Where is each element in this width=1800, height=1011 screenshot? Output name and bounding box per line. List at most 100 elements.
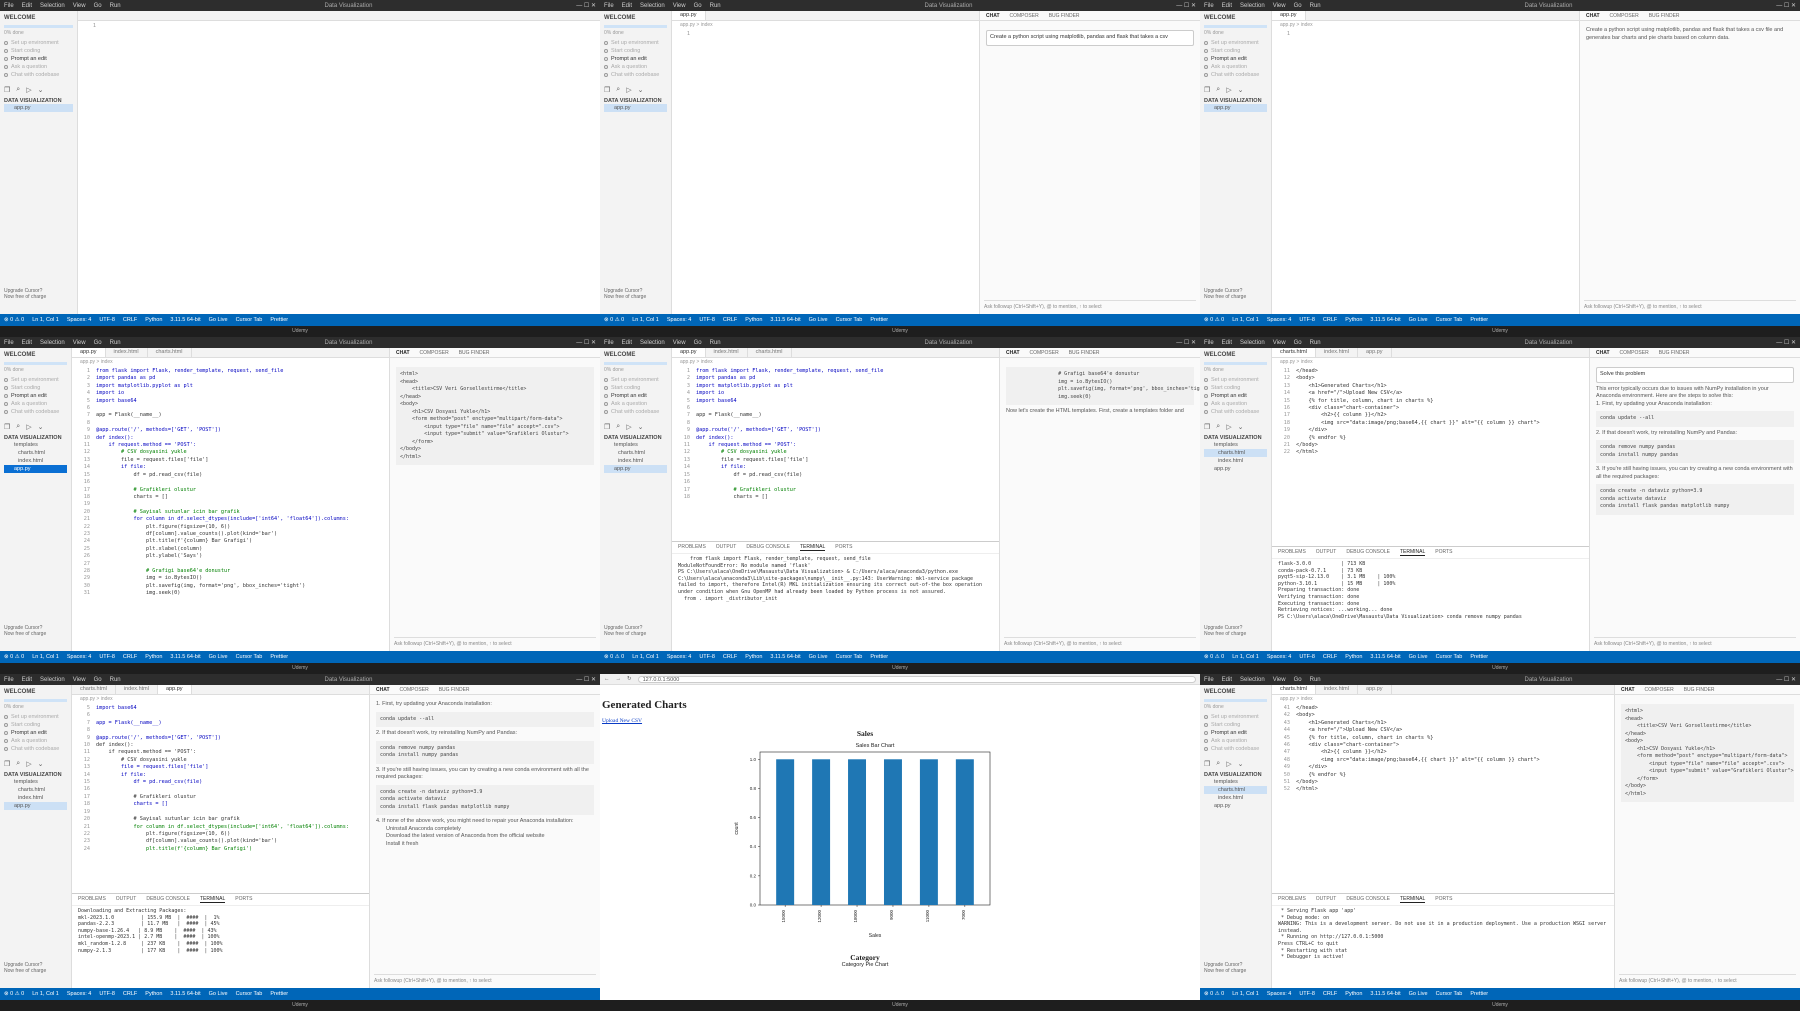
- menu-item[interactable]: Selection: [640, 340, 665, 346]
- file-item[interactable]: app.py: [4, 802, 67, 810]
- status-item[interactable]: UTF-8: [699, 317, 715, 323]
- code-editor[interactable]: app.py app.py > index 1: [672, 11, 980, 314]
- status-item[interactable]: ⊗ 0 ⚠ 0: [4, 991, 24, 997]
- code-area[interactable]: 1: [1272, 29, 1579, 38]
- file-item[interactable]: index.html: [604, 457, 667, 465]
- explorer-section[interactable]: DATA VISUALIZATION: [1204, 772, 1267, 778]
- terminal-tab[interactable]: TERMINAL: [799, 544, 826, 551]
- chat-code-block[interactable]: conda create -n dataviz python=3.9 conda …: [1596, 484, 1794, 515]
- menu-item[interactable]: Selection: [1240, 3, 1265, 9]
- breadcrumb[interactable]: app.py > index: [72, 358, 389, 366]
- upgrade-banner[interactable]: Upgrade Cursor? Now free of charge: [604, 288, 646, 300]
- status-item[interactable]: UTF-8: [1299, 654, 1315, 660]
- status-item[interactable]: ⊗ 0 ⚠ 0: [1204, 317, 1224, 323]
- chat-followup-input[interactable]: Ask followup (Ctrl+Shift+Y), @ to mentio…: [1619, 974, 1796, 984]
- search-icon[interactable]: ⌕: [16, 760, 20, 768]
- status-item[interactable]: Python: [145, 654, 162, 660]
- chat-code-block[interactable]: conda update --all: [376, 711, 594, 727]
- status-item[interactable]: Prettier: [1470, 317, 1488, 323]
- menu-item[interactable]: File: [1204, 3, 1214, 9]
- status-item[interactable]: Go Live: [209, 654, 228, 660]
- status-item[interactable]: Python: [145, 991, 162, 997]
- status-item[interactable]: Go Live: [1409, 317, 1428, 323]
- status-item[interactable]: Spaces: 4: [1267, 654, 1291, 660]
- task-item[interactable]: Ask a question: [4, 64, 73, 70]
- status-item[interactable]: Go Live: [1409, 991, 1428, 997]
- status-item[interactable]: 3.11.5 64-bit: [170, 654, 200, 660]
- status-item[interactable]: Prettier: [1470, 654, 1488, 660]
- files-icon[interactable]: ❐: [1204, 86, 1210, 94]
- files-icon[interactable]: ❐: [1204, 423, 1210, 431]
- upgrade-banner[interactable]: Upgrade Cursor? Now free of charge: [4, 962, 46, 974]
- search-icon[interactable]: ⌕: [1216, 760, 1220, 768]
- files-icon[interactable]: ❐: [1204, 760, 1210, 768]
- status-item[interactable]: UTF-8: [1299, 991, 1315, 997]
- terminal-output[interactable]: Downloading and Extracting Packages: mkl-…: [72, 906, 369, 956]
- chat-tab[interactable]: BUG FINDER: [439, 687, 470, 693]
- terminal-tab[interactable]: PORTS: [1435, 896, 1452, 903]
- terminal-tab[interactable]: OUTPUT: [116, 896, 137, 903]
- upload-link[interactable]: Upload New CSV: [602, 718, 642, 724]
- terminal-tab[interactable]: DEBUG CONSOLE: [1346, 549, 1390, 556]
- editor-tab[interactable]: charts.html: [72, 685, 116, 694]
- menu-item[interactable]: View: [673, 340, 686, 346]
- task-item[interactable]: Ask a question: [604, 401, 667, 407]
- terminal-output[interactable]: from flask import Flask, render_template…: [672, 554, 999, 604]
- terminal-tab[interactable]: TERMINAL: [1399, 549, 1426, 556]
- chevron-down-icon[interactable]: ⌄: [1238, 86, 1244, 94]
- chat-code-block[interactable]: conda remove numpy pandas conda install n…: [1596, 440, 1794, 463]
- editor-tab[interactable]: app.py: [1358, 685, 1392, 694]
- chevron-down-icon[interactable]: ⌄: [1238, 760, 1244, 768]
- editor-tab[interactable]: charts.html: [748, 348, 792, 357]
- status-item[interactable]: CRLF: [123, 317, 137, 323]
- terminal-tab[interactable]: PROBLEMS: [678, 544, 706, 551]
- status-item[interactable]: Ln 1, Col 1: [32, 991, 59, 997]
- status-item[interactable]: Cursor Tab: [836, 654, 863, 660]
- terminal-tab[interactable]: PORTS: [235, 896, 252, 903]
- window-controls[interactable]: — ☐ ✕: [1176, 2, 1196, 9]
- status-item[interactable]: Cursor Tab: [1436, 317, 1463, 323]
- menu-item[interactable]: Edit: [1222, 3, 1232, 9]
- status-item[interactable]: Spaces: 4: [1267, 991, 1291, 997]
- terminal-panel[interactable]: PROBLEMS OUTPUT DEBUG CONSOLE TERMINAL PORTS…: [672, 541, 999, 651]
- menu-item[interactable]: File: [4, 340, 14, 346]
- status-item[interactable]: 3.11.5 64-bit: [770, 317, 800, 323]
- chat-followup-input[interactable]: Ask followup (Ctrl+Shift+Y), @ to mentio…: [374, 974, 596, 984]
- editor-tab[interactable]: app.py: [1272, 11, 1306, 20]
- terminal-tab[interactable]: PROBLEMS: [1278, 549, 1306, 556]
- status-item[interactable]: Cursor Tab: [836, 317, 863, 323]
- chat-tab[interactable]: BUG FINDER: [1684, 687, 1715, 693]
- file-item[interactable]: app.py: [4, 465, 67, 473]
- task-item[interactable]: Prompt an edit: [1204, 56, 1267, 62]
- upgrade-banner[interactable]: Upgrade Cursor? Now free of charge: [1204, 625, 1246, 637]
- window-controls[interactable]: — ☐ ✕: [1776, 2, 1796, 9]
- explorer-section[interactable]: DATA VISUALIZATION: [4, 435, 67, 441]
- explorer-section[interactable]: DATA VISUALIZATION: [604, 98, 667, 104]
- files-icon[interactable]: ❐: [604, 86, 610, 94]
- status-item[interactable]: Go Live: [809, 317, 828, 323]
- menu-item[interactable]: View: [1273, 3, 1286, 9]
- menu-item[interactable]: View: [73, 3, 86, 9]
- chat-followup-input[interactable]: Ask followup (Ctrl+Shift+Y), @ to mentio…: [1584, 300, 1796, 310]
- status-item[interactable]: Python: [145, 317, 162, 323]
- menu-item[interactable]: View: [1273, 677, 1286, 683]
- status-item[interactable]: Go Live: [209, 991, 228, 997]
- editor-tab[interactable]: index.html: [116, 685, 158, 694]
- menu-item[interactable]: View: [73, 677, 86, 683]
- search-icon[interactable]: ⌕: [16, 423, 20, 431]
- code-editor[interactable]: charts.html index.html app.py app.py > inde…: [1272, 685, 1615, 988]
- task-item[interactable]: Ask a question: [4, 738, 67, 744]
- terminal-output[interactable]: * Serving Flask app 'app' * Debug mode: …: [1272, 906, 1614, 963]
- editor-tab[interactable]: app.py: [672, 11, 706, 20]
- chevron-down-icon[interactable]: ⌄: [38, 760, 44, 768]
- status-item[interactable]: CRLF: [123, 991, 137, 997]
- upgrade-banner[interactable]: Upgrade Cursor? Now free of charge: [1204, 962, 1246, 974]
- editor-tab[interactable]: index.html: [706, 348, 748, 357]
- task-item[interactable]: Chat with codebase: [4, 746, 67, 752]
- status-item[interactable]: 3.11.5 64-bit: [1370, 991, 1400, 997]
- chat-tab[interactable]: CHAT: [986, 13, 1000, 19]
- upgrade-banner[interactable]: Upgrade Cursor? Now free of charge: [1204, 288, 1246, 300]
- status-item[interactable]: UTF-8: [1299, 317, 1315, 323]
- status-item[interactable]: 3.11.5 64-bit: [1370, 654, 1400, 660]
- chat-code-block[interactable]: # Grafigi base64'e donustur img = io.Byt…: [1006, 367, 1200, 405]
